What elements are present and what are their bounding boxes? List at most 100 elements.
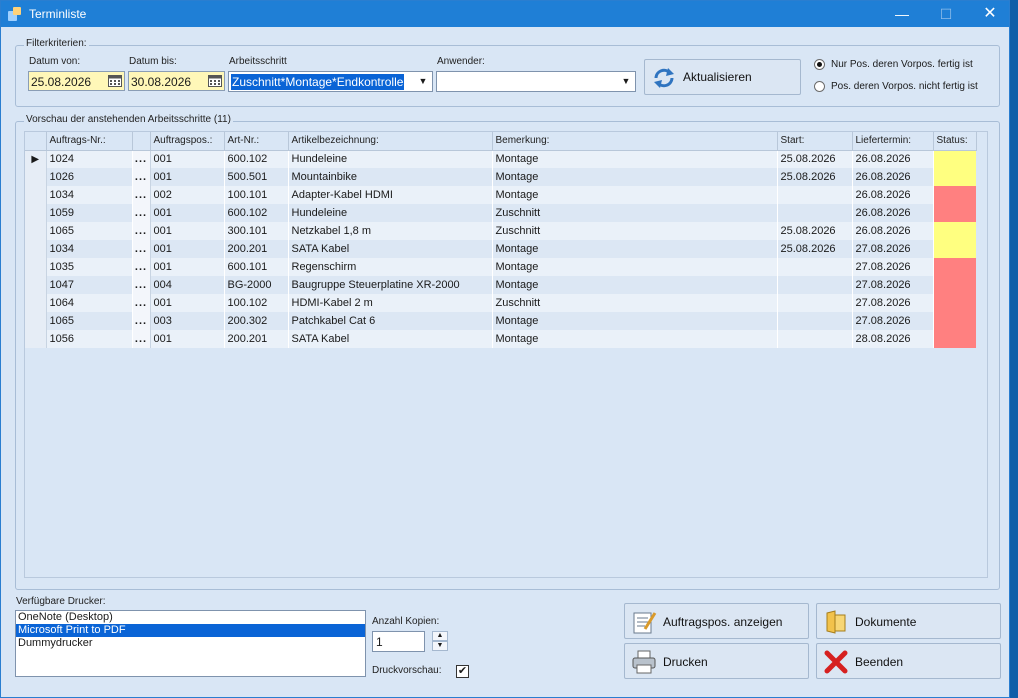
open-details-cell[interactable]: ... xyxy=(132,330,151,348)
chevron-down-icon[interactable]: ▼ xyxy=(415,73,431,90)
header-article-no[interactable]: Art-Nr.: xyxy=(224,132,289,151)
print-preview-checkbox[interactable]: ✔ xyxy=(456,665,469,678)
row-selector-cell[interactable]: ▶ xyxy=(25,150,47,168)
row-selector-cell[interactable] xyxy=(25,186,47,204)
stepper-up-icon[interactable]: ▲ xyxy=(432,631,448,641)
table-row[interactable]: 1064... 001 100.102 HDMI-Kabel 2 m Zuschnitt… xyxy=(25,294,976,312)
article-no-cell: 100.102 xyxy=(224,294,289,312)
header-start[interactable]: Start: xyxy=(777,132,853,151)
radio-dot[interactable] xyxy=(814,59,825,70)
status-cell xyxy=(933,186,976,204)
row-selector-cell[interactable] xyxy=(25,312,47,330)
exit-button[interactable]: Beenden xyxy=(816,643,1001,679)
article-name-cell: Regenschirm xyxy=(288,258,493,276)
step-select-value: Zuschnitt*Montage*Endkontrolle xyxy=(229,73,406,91)
note-cell: Montage xyxy=(492,330,778,348)
article-no-cell: 600.102 xyxy=(224,204,289,222)
open-details-cell[interactable]: ... xyxy=(132,312,151,330)
user-label: Anwender: xyxy=(437,56,485,67)
order-pos-cell: 001 xyxy=(150,222,225,240)
printer-item[interactable]: Dummydrucker xyxy=(16,637,365,650)
note-cell: Zuschnitt xyxy=(492,222,778,240)
documents-button[interactable]: Dokumente xyxy=(816,603,1001,639)
header-order-pos[interactable]: Auftragspos.: xyxy=(150,132,225,151)
step-select[interactable]: Zuschnitt*Montage*Endkontrolle ▼ xyxy=(228,71,433,92)
open-details-cell[interactable]: ... xyxy=(132,240,151,258)
note-cell: Zuschnitt xyxy=(492,294,778,312)
open-details-cell[interactable]: ... xyxy=(132,294,151,312)
table-row[interactable]: 1047... 004 BG-2000 Baugruppe Steuerplatine… xyxy=(25,276,976,294)
row-selector-cell[interactable] xyxy=(25,258,47,276)
table-row[interactable]: ▶ 1024... 001 600.102 Hundeleine Montage 25.08… xyxy=(25,150,976,168)
printer-list[interactable]: OneNote (Desktop) Microsoft Print to PDF… xyxy=(15,610,366,677)
table-row[interactable]: 1034... 002 100.101 Adapter-Kabel HDMI Monta… xyxy=(25,186,976,204)
start-cell xyxy=(777,258,853,276)
table-row[interactable]: 1034... 001 200.201 SATA Kabel Montage 25.08.… xyxy=(25,240,976,258)
calendar-icon[interactable] xyxy=(108,75,122,87)
open-details-cell[interactable]: ... xyxy=(132,204,151,222)
table-row[interactable]: 1059... 001 600.102 Hundeleine Zuschnitt 26.0… xyxy=(25,204,976,222)
header-article-name[interactable]: Artikelbezeichnung: xyxy=(288,132,493,151)
row-selector-cell[interactable] xyxy=(25,222,47,240)
article-name-cell: SATA Kabel xyxy=(288,330,493,348)
row-selector-cell[interactable] xyxy=(25,168,47,186)
status-cell xyxy=(933,330,976,348)
radio-dot[interactable] xyxy=(814,81,825,92)
note-cell: Montage xyxy=(492,168,778,186)
article-no-cell: 200.201 xyxy=(224,330,289,348)
row-selector-cell[interactable] xyxy=(25,330,47,348)
table-row[interactable]: 1026... 001 500.501 Mountainbike Montage 25.0… xyxy=(25,168,976,186)
close-button[interactable]: ✕ xyxy=(967,1,1013,27)
article-name-cell: Mountainbike xyxy=(288,168,493,186)
open-details-cell[interactable]: ... xyxy=(132,186,151,204)
date-from-field[interactable]: 25.08.2026 xyxy=(28,71,125,91)
date-from-label: Datum von: xyxy=(29,56,81,67)
open-details-cell[interactable]: ... xyxy=(132,222,151,240)
row-selector-cell[interactable] xyxy=(25,276,47,294)
header-note[interactable]: Bemerkung: xyxy=(492,132,778,151)
stepper-down-icon[interactable]: ▼ xyxy=(432,641,448,651)
header-due-date[interactable]: Liefertermin: xyxy=(852,132,934,151)
header-selector xyxy=(25,132,47,151)
order-no-cell: 1034 xyxy=(46,240,133,258)
copies-stepper[interactable]: ▲ ▼ xyxy=(432,631,448,652)
refresh-button[interactable]: Aktualisieren xyxy=(644,59,801,95)
order-no-cell: 1026 xyxy=(46,168,133,186)
open-details-cell[interactable]: ... xyxy=(132,150,151,168)
copies-input[interactable]: 1 xyxy=(372,631,425,652)
terminliste-window: Terminliste — ☐ ✕ Filterkriterien: Datum… xyxy=(0,0,1010,698)
header-order-no[interactable]: Auftrags-Nr.: xyxy=(46,132,133,151)
header-status[interactable]: Status: xyxy=(933,132,977,151)
printer-item-selected[interactable]: Microsoft Print to PDF xyxy=(16,624,365,637)
open-details-cell[interactable]: ... xyxy=(132,168,151,186)
row-selector-cell[interactable] xyxy=(25,294,47,312)
appointments-table: Auftrags-Nr.: Auftragspos.: Art-Nr.: Art… xyxy=(25,132,977,348)
article-name-cell: HDMI-Kabel 2 m xyxy=(288,294,493,312)
chevron-down-icon[interactable]: ▼ xyxy=(618,73,634,90)
maximize-button[interactable]: ☐ xyxy=(923,1,969,27)
appointments-grid[interactable]: Auftrags-Nr.: Auftragspos.: Art-Nr.: Art… xyxy=(24,131,988,578)
user-select[interactable]: ▼ xyxy=(436,71,636,92)
article-no-cell: 300.101 xyxy=(224,222,289,240)
date-to-field[interactable]: 30.08.2026 xyxy=(128,71,225,91)
order-pos-cell: 001 xyxy=(150,150,225,168)
table-row[interactable]: 1056... 001 200.201 SATA Kabel Montage 28.08.… xyxy=(25,330,976,348)
open-details-cell[interactable]: ... xyxy=(132,276,151,294)
row-selector-cell[interactable] xyxy=(25,204,47,222)
status-cell xyxy=(933,276,976,294)
printer-item[interactable]: OneNote (Desktop) xyxy=(16,611,365,624)
show-position-button[interactable]: Auftragspos. anzeigen xyxy=(624,603,809,639)
table-row[interactable]: 1065... 001 300.101 Netzkabel 1,8 m Zuschnit… xyxy=(25,222,976,240)
calendar-icon[interactable] xyxy=(208,75,222,87)
table-row[interactable]: 1065... 003 200.302 Patchkabel Cat 6 Montage… xyxy=(25,312,976,330)
row-selector-cell[interactable] xyxy=(25,240,47,258)
article-no-cell: 200.302 xyxy=(224,312,289,330)
due-date-cell: 26.08.2026 xyxy=(852,186,934,204)
print-button[interactable]: Drucken xyxy=(624,643,809,679)
minimize-button[interactable]: — xyxy=(879,1,925,27)
print-preview-label: Druckvorschau: xyxy=(372,665,442,676)
header-dots xyxy=(132,132,151,151)
article-no-cell: 200.201 xyxy=(224,240,289,258)
open-details-cell[interactable]: ... xyxy=(132,258,151,276)
table-row[interactable]: 1035... 001 600.101 Regenschirm Montage 27.08… xyxy=(25,258,976,276)
